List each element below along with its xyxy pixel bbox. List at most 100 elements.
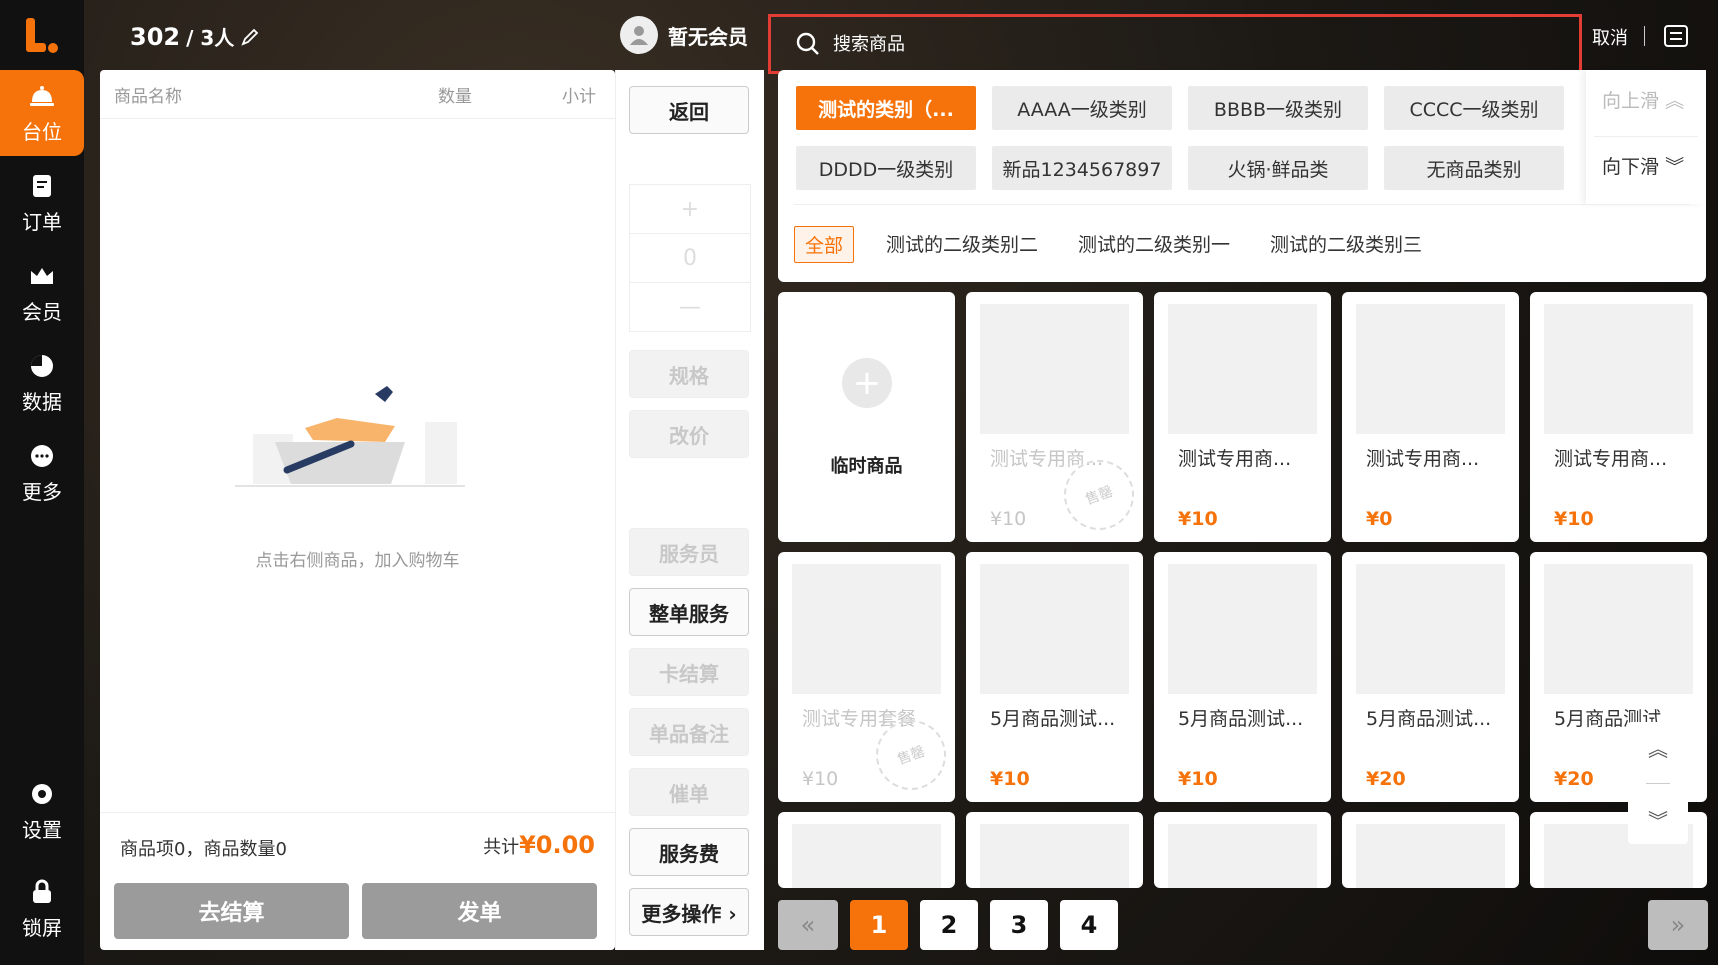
whole-service-button[interactable]: 整单服务 [629,588,749,636]
change-price-button[interactable]: 改价 [629,410,749,458]
product-card[interactable]: 5月商品测试... ¥20 [1342,552,1519,802]
product-price: ¥10 [990,768,1030,790]
back-button[interactable]: 返回 [629,86,749,134]
member-selector[interactable]: 暂无会员 [620,16,748,54]
more-operations-button[interactable]: 更多操作 › [629,888,749,936]
sidebar-item-data[interactable]: 数据 [0,340,84,426]
empty-cart-text: 点击右侧商品，加入购物车 [255,551,460,571]
search-input[interactable] [831,32,1535,56]
sidebar-nav: 台位 订单 会员 数据 更多 设置 锁屏 [0,0,84,965]
divider [794,204,1690,205]
waiter-button[interactable]: 服务员 [629,528,749,576]
product-price: ¥10 [1554,508,1594,530]
product-price: ¥20 [1366,768,1406,790]
chevron-down-icon: ︾ [1665,156,1685,178]
product-name: 测试专用商... [1554,448,1668,470]
sidebar-item-orders[interactable]: 订单 [0,160,84,246]
subcategory-item[interactable]: 测试的二级类别二 [886,230,1038,257]
cancel-button[interactable]: 取消 [1592,24,1628,50]
checkout-button[interactable]: 去结算 [114,883,349,939]
service-fee-button[interactable]: 服务费 [629,828,749,876]
scroll-bottom-icon[interactable]: ︾ [1648,805,1668,834]
chevron-up-icon: ︽ [1665,90,1685,112]
scroll-top-icon[interactable]: ︽ [1648,733,1668,762]
category-panel: 测试的类别（... AAAA一级类别 BBBB一级类别 CCCC一级类别 DDD… [778,70,1706,282]
cart-summary: 商品项0，商品数量0 [120,839,287,860]
list-view-icon[interactable] [1662,22,1690,50]
product-card[interactable] [1154,812,1331,888]
product-card[interactable] [966,812,1143,888]
gear-icon [32,783,52,804]
product-price: ¥0 [1366,508,1393,530]
edit-icon[interactable] [240,27,260,47]
category-item[interactable]: 火锅·鲜品类 [1188,146,1368,190]
divider [1644,26,1645,46]
scroll-up-button[interactable]: 向上滑 ︽ [1602,86,1684,113]
send-order-button[interactable]: 发单 [362,883,597,939]
quantity-value: 0 [630,234,750,283]
product-placeholder-image [1168,824,1317,888]
sidebar-item-label: 设置 [22,817,62,842]
item-note-button[interactable]: 单品备注 [629,708,749,756]
category-item[interactable]: 新品1234567897 [992,146,1172,190]
card-settle-button[interactable]: 卡结算 [629,648,749,696]
col-name: 商品名称 [114,86,182,107]
sidebar-item-settings[interactable]: 设置 [0,768,84,854]
product-card[interactable]: 测试专用商... ¥10 [1154,292,1331,542]
sidebar-item-members[interactable]: 会员 [0,250,84,336]
product-card[interactable]: 测试专用商... ¥0 [1342,292,1519,542]
product-card[interactable]: 测试专用商... ¥10 [1530,292,1707,542]
product-card[interactable]: 测试专用套餐 ¥10 售罄 [778,552,955,802]
category-item[interactable]: CCCC一级类别 [1384,86,1564,130]
sidebar-item-lock[interactable]: 锁屏 [0,866,84,952]
product-price: ¥10 [1178,508,1218,530]
category-item[interactable]: 无商品类别 [1384,146,1564,190]
temp-product-card[interactable]: + 临时商品 [778,292,955,542]
sidebar-item-label: 锁屏 [22,915,62,940]
product-card[interactable]: 5月商品测试... ¥10 [1154,552,1331,802]
prev-page-button[interactable]: « [778,900,838,950]
spec-button[interactable]: 规格 [629,350,749,398]
empty-cart-illustration [235,386,465,487]
product-card[interactable] [1342,812,1519,888]
sidebar-item-label: 更多 [22,479,62,504]
cart-header: 商品名称 数量 小计 [100,70,615,119]
page-button[interactable]: 4 [1060,900,1118,950]
category-item[interactable]: 测试的类别（... [796,86,976,130]
product-card[interactable]: 测试专用商... ¥10 售罄 [966,292,1143,542]
product-name: 5月商品测试... [1178,708,1304,730]
sidebar-item-label: 台位 [22,119,62,144]
app-logo [26,18,58,53]
category-scroll-controls: 向上滑 ︽ 向下滑 ︾ [1586,70,1706,204]
product-price: ¥10 [1178,768,1218,790]
sidebar-item-tables[interactable]: 台位 [0,70,84,156]
more-icon [31,444,53,467]
subcategory-item[interactable]: 全部 [794,226,855,263]
scroll-down-button[interactable]: 向下滑 ︾ [1602,152,1684,179]
product-card[interactable]: 5月商品测试... ¥10 [966,552,1143,802]
cart-total: 共计¥0.00 [483,831,595,859]
page-button[interactable]: 2 [920,900,978,950]
product-placeholder-image [1544,564,1693,694]
search-bar[interactable] [768,14,1582,74]
page-button[interactable]: 3 [990,900,1048,950]
urge-button[interactable]: 催单 [629,768,749,816]
page-button[interactable]: 1 [850,900,908,950]
decrease-button[interactable]: — [630,283,750,331]
sidebar-item-label: 会员 [22,299,62,324]
product-placeholder-image [980,304,1129,434]
subcategory-item[interactable]: 测试的二级类别一 [1078,230,1230,257]
increase-button[interactable]: + [630,185,750,234]
category-item[interactable]: AAAA一级类别 [992,86,1172,130]
product-placeholder-image [980,824,1129,888]
product-price: ¥20 [1554,768,1594,790]
sidebar-item-label: 订单 [22,209,62,234]
next-page-button[interactable]: » [1648,900,1708,950]
sidebar-item-more[interactable]: 更多 [0,430,84,516]
category-item[interactable]: BBBB一级类别 [1188,86,1368,130]
product-card[interactable] [778,812,955,888]
subcategory-item[interactable]: 测试的二级类别三 [1270,230,1422,257]
category-item[interactable]: DDDD一级类别 [796,146,976,190]
product-placeholder-image [1356,824,1505,888]
crown-icon [31,267,53,284]
